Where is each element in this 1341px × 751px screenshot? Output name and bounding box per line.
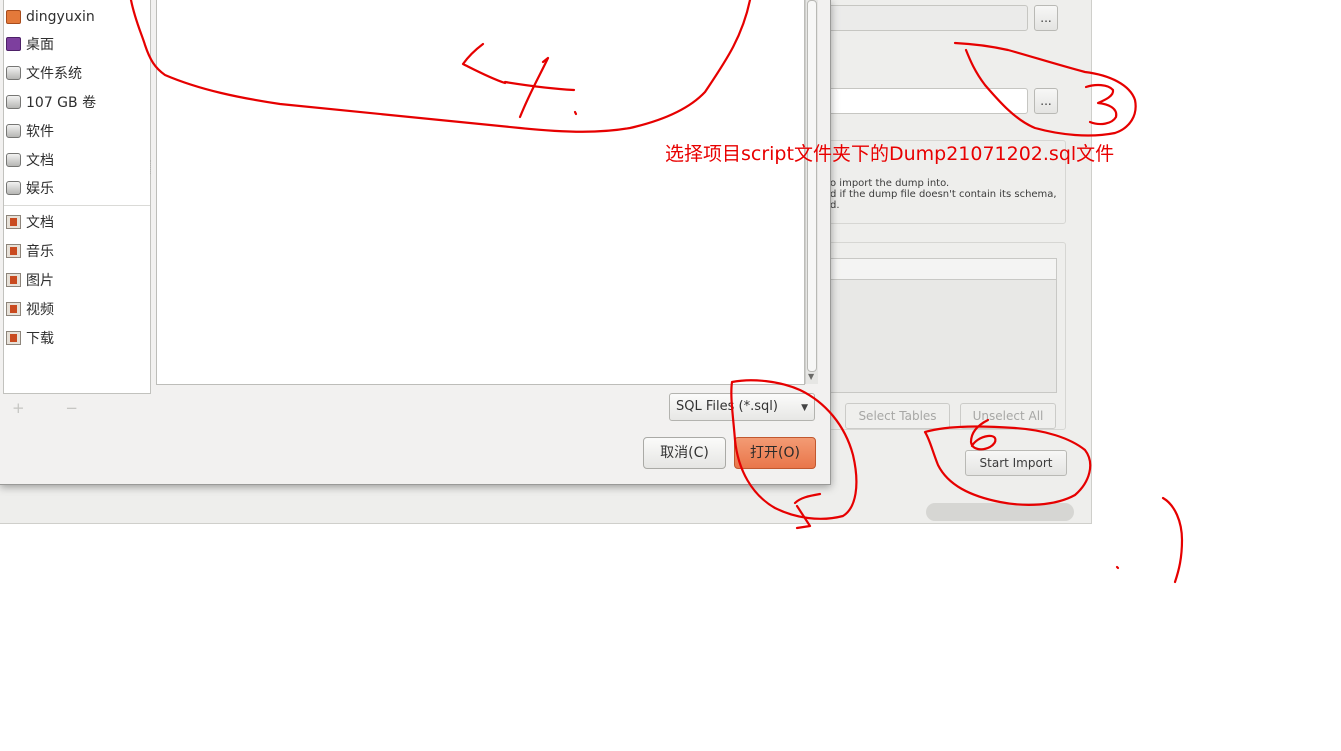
open-button[interactable]: 打开(O) xyxy=(734,437,816,469)
drive-icon xyxy=(6,95,21,109)
select-tables-button[interactable]: Select Tables xyxy=(845,403,950,429)
drive-icon xyxy=(6,124,21,138)
start-import-button[interactable]: Start Import xyxy=(965,450,1067,476)
place-label: 软件 xyxy=(26,124,54,140)
schema-note-line-1: o import the dump into. xyxy=(830,178,950,189)
place-filesystem[interactable]: 文件系统 xyxy=(6,60,82,86)
place-desktop[interactable]: 桌面 xyxy=(6,31,54,57)
scrollbar-thumb[interactable] xyxy=(807,0,817,372)
place-label: 文档 xyxy=(26,215,54,231)
chevron-down-icon: ▼ xyxy=(801,403,808,413)
browse-file-button[interactable]: ... xyxy=(1034,88,1058,114)
place-label: 音乐 xyxy=(26,244,54,260)
place-label: 桌面 xyxy=(26,37,54,53)
bookmark-documents[interactable]: 文档 xyxy=(6,209,54,235)
annotation-bracket xyxy=(1161,496,1184,584)
drive-icon xyxy=(6,66,21,80)
places-sidebar: dingyuxin 桌面 文件系统 107 GB 卷 软件 文档 娱乐 文档 音… xyxy=(3,0,151,394)
pane-resize-handle[interactable] xyxy=(150,160,155,174)
objects-table[interactable] xyxy=(830,280,1057,393)
unselect-all-button[interactable]: Unselect All xyxy=(960,403,1056,429)
file-type-filter-select[interactable]: SQL Files (*.sql) ▼ xyxy=(669,393,815,421)
place-label: 图片 xyxy=(26,273,54,289)
documents-folder-icon xyxy=(6,215,21,229)
horizontal-scrollbar[interactable] xyxy=(926,503,1074,521)
drive-icon xyxy=(6,153,21,167)
scroll-down-icon[interactable]: ▼ xyxy=(808,372,814,381)
objects-table-header xyxy=(830,258,1057,280)
vertical-scrollbar[interactable]: ▼ xyxy=(805,0,818,384)
annotation-dot xyxy=(1115,565,1120,570)
place-label: 107 GB 卷 xyxy=(26,95,97,111)
sidebar-separator xyxy=(4,205,150,206)
place-volume[interactable]: 107 GB 卷 xyxy=(6,89,96,115)
file-list[interactable] xyxy=(156,0,805,385)
desktop-icon xyxy=(6,37,21,51)
place-label: 文件系统 xyxy=(26,66,82,82)
place-label: 娱乐 xyxy=(26,181,54,197)
cancel-button[interactable]: 取消(C) xyxy=(643,437,726,469)
bookmark-downloads[interactable]: 下载 xyxy=(6,325,54,351)
place-label: 文档 xyxy=(26,153,54,169)
import-folder-field[interactable] xyxy=(828,5,1028,31)
place-label: dingyuxin xyxy=(26,9,95,25)
place-label: 视频 xyxy=(26,302,54,318)
drive-icon xyxy=(6,181,21,195)
filter-value: SQL Files (*.sql) xyxy=(676,399,778,414)
downloads-folder-icon xyxy=(6,331,21,345)
schema-note-line-3: d. xyxy=(830,200,840,211)
schema-note-line-2: d if the dump file doesn't contain its s… xyxy=(830,189,1057,200)
music-folder-icon xyxy=(6,244,21,258)
place-software[interactable]: 软件 xyxy=(6,118,54,144)
add-remove-bookmark-buttons[interactable]: + − xyxy=(12,399,96,417)
home-folder-icon xyxy=(6,10,21,24)
file-chooser-dialog: dingyuxin 桌面 文件系统 107 GB 卷 软件 文档 娱乐 文档 音… xyxy=(0,0,831,485)
annotation-caption: 选择项目script文件夹下的Dump21071202.sql文件 xyxy=(665,143,1115,165)
place-documents-drive[interactable]: 文档 xyxy=(6,147,54,173)
dump-file-field[interactable] xyxy=(828,88,1028,114)
pictures-folder-icon xyxy=(6,273,21,287)
bookmark-videos[interactable]: 视频 xyxy=(6,296,54,322)
place-label: 下载 xyxy=(26,331,54,347)
videos-folder-icon xyxy=(6,302,21,316)
bookmark-music[interactable]: 音乐 xyxy=(6,238,54,264)
place-entertainment[interactable]: 娱乐 xyxy=(6,175,54,201)
bookmark-pictures[interactable]: 图片 xyxy=(6,267,54,293)
browse-folder-button[interactable]: ... xyxy=(1034,5,1058,31)
place-home[interactable]: dingyuxin xyxy=(6,4,95,30)
